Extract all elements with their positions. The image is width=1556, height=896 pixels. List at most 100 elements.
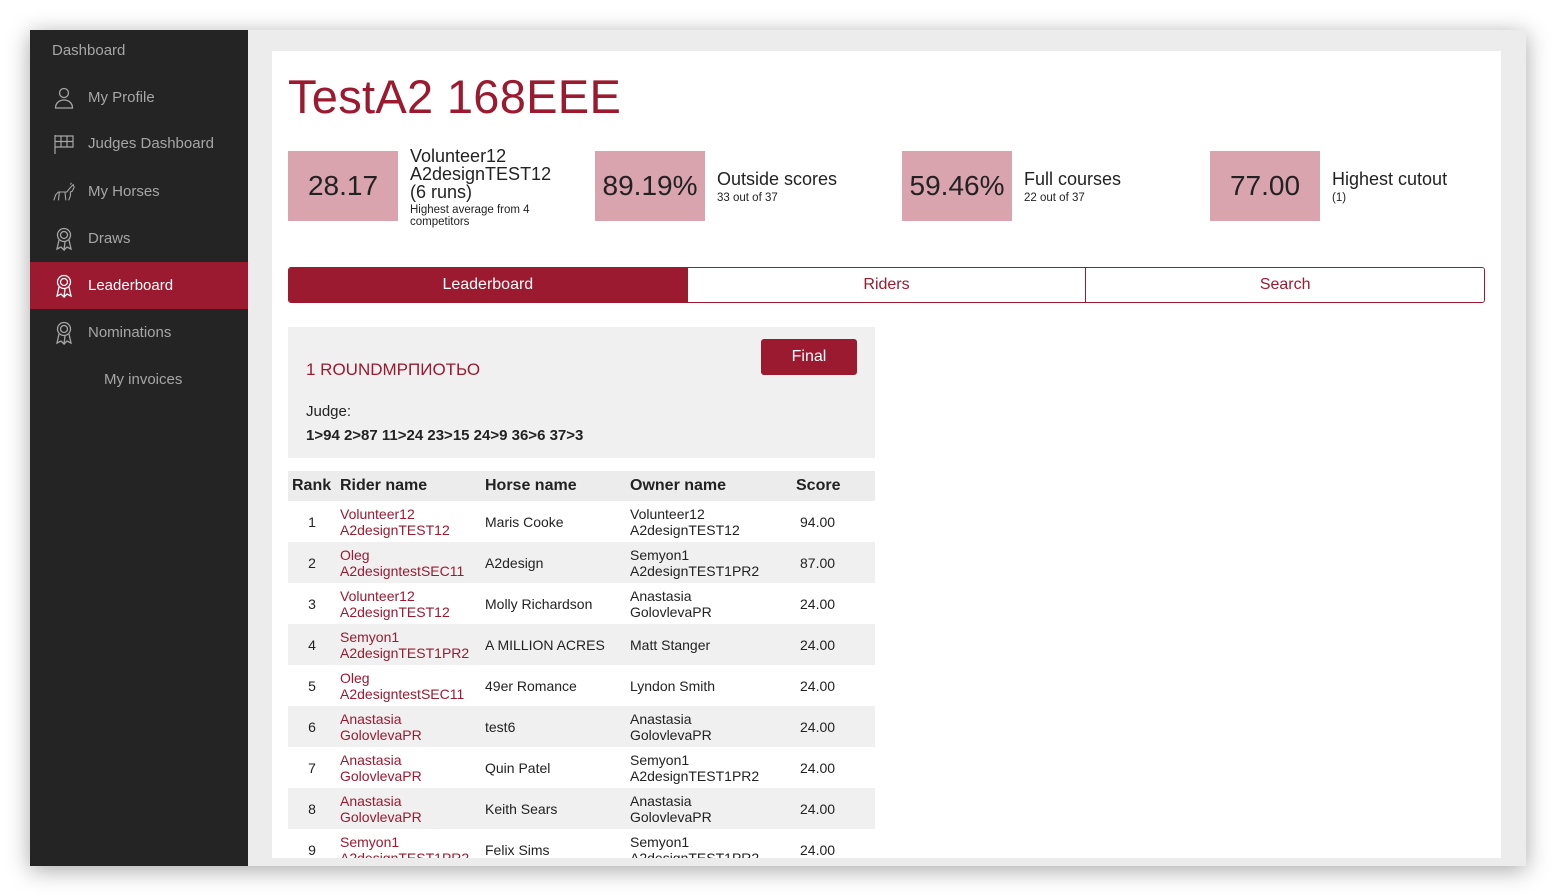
stat-label: Full courses [1024,169,1122,189]
rank-cell: 7 [288,747,336,788]
checkered-flag-icon [52,132,76,156]
table-row: 2 Oleg A2designtestSEC11 A2design Semyon1 A2d… [288,542,875,583]
owner-name-cell: Semyon1A2designTEST1PR2 [626,542,792,583]
rider-name-link[interactable]: Volunteer12 A2designTEST12 [336,501,481,542]
owner-name-cell: Lyndon Smith [626,665,792,706]
owner-name-cell: Semyon1A2designTEST1PR2 [626,747,792,788]
sidebar-item-label: My Horses [88,183,160,200]
stat-subtext: Highest average from 4 competitors [410,204,530,228]
rider-name-link[interactable]: Volunteer12 A2designTEST12 [336,583,481,624]
horse-name-cell: Maris Cooke [481,501,626,542]
cell-text-line: GolovlevaPR [630,603,712,620]
main-content: TestA2 168EEE 28.17 Volunteer12 A2design… [248,30,1526,866]
sidebar-item-draws[interactable]: Draws [30,215,248,262]
tab-search[interactable]: Search [1085,268,1484,302]
cell-text-line: GolovlevaPR [340,808,422,825]
cell-text-line: A2designtestSEC11 [340,562,465,579]
column-header-rank: Rank [288,471,336,501]
sidebar-item-label: Draws [88,230,131,247]
cell-text-line: A2designTEST12 [630,521,740,538]
tab-riders[interactable]: Riders [686,268,1086,302]
stat-value: 89.19% [595,151,705,221]
sidebar-item-label: My Profile [88,89,155,106]
rank-cell: 8 [288,788,336,829]
cell-text-line: Matt Stanger [630,636,711,653]
score-cell: 24.00 [792,788,875,829]
rider-name-link[interactable]: Oleg A2designtestSEC11 [336,665,481,706]
stat-outside-scores: 89.19% Outside scores 33 out of 37 [595,151,885,221]
owner-name-cell: Volunteer12 A2designTEST12 [626,501,792,542]
column-header-owner: Owner name [626,471,792,501]
cell-text-line: Anastasia [340,751,402,768]
score-cell: 24.00 [792,583,875,624]
stat-subtext: 22 out of 37 [1024,192,1085,204]
round-panel: 1 ROUNDМРПИОТЬО Final Judge: 1>94 2>87 1… [288,327,875,458]
rider-name-link[interactable]: Anastasia GolovlevaPR [336,747,481,788]
stat-highest-cutout: 77.00 Highest cutout (1) [1210,151,1490,221]
table-row: 7 Anastasia GolovlevaPR Quin Patel Semyon1 A2… [288,747,875,788]
sidebar-item-my-profile[interactable]: My Profile [30,74,248,121]
horse-name-cell: Molly Richardson [481,583,626,624]
cell-text-line: Volunteer12 [340,587,415,604]
owner-name-cell: Anastasia GolovlevaPR [626,788,792,829]
leaderboard-card: TestA2 168EEE 28.17 Volunteer12 A2design… [272,51,1501,866]
cell-text-line: Semyon1 [630,833,690,850]
award-ribbon-icon [52,321,76,345]
horse-name-cell: test6 [481,706,626,747]
cell-text-line: Semyon1 [340,833,400,850]
final-button[interactable]: Final [761,339,857,375]
rank-cell: 3 [288,583,336,624]
sidebar-item-label: My invoices [104,371,183,388]
column-header-horse: Horse name [481,471,626,501]
page-title: TestA2 168EEE [288,70,622,123]
horse-name-cell: A2design [481,542,626,583]
sidebar-item-my-invoices[interactable]: My invoices [30,356,248,403]
tab-leaderboard[interactable]: Leaderboard [289,268,687,302]
sidebar-item-my-horses[interactable]: My Horses [30,168,248,215]
sidebar-item-label: Leaderboard [88,277,174,294]
rank-cell: 5 [288,665,336,706]
score-cell: 24.00 [792,747,875,788]
owner-name-cell: Matt Stanger [626,624,792,665]
cell-text-line: Anastasia [630,587,692,604]
leaderboard-table: Rank Rider name Horse name Owner name Sc… [288,471,875,866]
horse-name-cell: A MILLION ACRES [481,624,626,665]
rider-name-link[interactable]: Oleg A2designtestSEC11 [336,542,481,583]
cell-text-line: A2designTEST1PR2 [630,767,760,784]
rider-name-link[interactable]: Anastasia GolovlevaPR [336,788,481,829]
award-ribbon-icon [52,274,76,298]
sidebar-item-judges-dashboard[interactable]: Judges Dashboard [30,120,248,167]
sidebar-item-label: Judges Dashboard [88,135,214,152]
rank-cell: 4 [288,624,336,665]
score-cell: 94.00 [792,501,875,542]
table-body: 1 Volunteer12 A2designTEST12 Maris Cooke Vol… [288,501,875,866]
judge-label: Judge: [306,403,352,420]
judge-scores: 1>94 2>87 11>24 23>15 24>9 36>6 37>3 [306,427,584,444]
score-cell: 24.00 [792,706,875,747]
horse-name-cell: 49er Romance [481,665,626,706]
sidebar-dashboard-link[interactable]: Dashboard [52,42,125,59]
owner-name-cell: Anastasia GolovlevaPR [626,706,792,747]
sidebar-item-leaderboard[interactable]: Leaderboard [30,262,248,309]
table-row: 1 Volunteer12 A2designTEST12 Maris Cooke Vol… [288,501,875,542]
cell-text-line: Anastasia [340,710,402,727]
cell-text-line: Volunteer12 [630,505,705,522]
window-bottom-edge [248,858,1526,866]
score-cell: 24.00 [792,624,875,665]
stat-label-line: A2designTEST12 [410,164,552,184]
stat-label: Outside scores [717,169,838,189]
horse-name-cell: Keith Sears [481,788,626,829]
sidebar-item-nominations[interactable]: Nominations [30,309,248,356]
award-ribbon-icon [52,227,76,251]
cell-text-line: A2designTEST1PR2 [340,644,470,661]
view-tabs: Leaderboard Riders Search [288,267,1485,303]
rider-name-link[interactable]: Semyon1A2designTEST1PR2 [336,624,481,665]
stat-highest-average: 28.17 Volunteer12 A2designTEST12 (6 runs… [288,147,578,228]
rank-cell: 1 [288,501,336,542]
cell-text-line: A2designTEST1PR2 [630,562,760,579]
rider-name-link[interactable]: Anastasia GolovlevaPR [336,706,481,747]
horse-name-cell: Quin Patel [481,747,626,788]
stat-label: Highest cutout [1332,169,1448,189]
round-name: 1 ROUNDМРПИОТЬО [306,360,481,379]
cell-text-line: Volunteer12 [340,505,415,522]
